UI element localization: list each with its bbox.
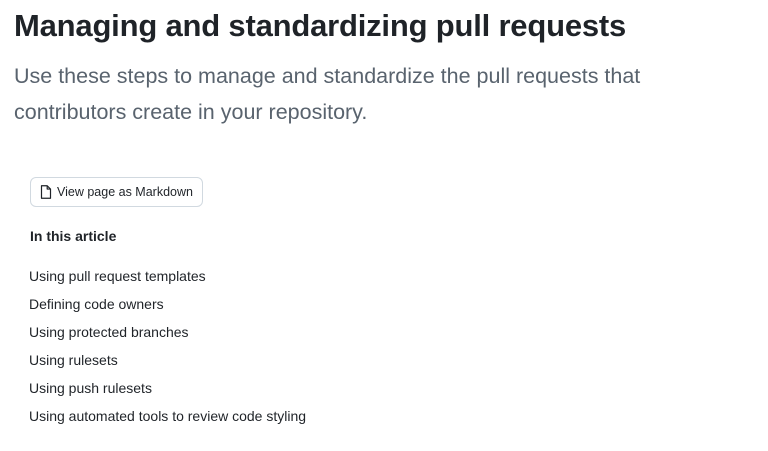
toc-link-rulesets[interactable]: Using rulesets [29,352,118,368]
toc-item: Defining code owners [29,292,306,320]
article-intro: Use these steps to manage and standardiz… [14,64,641,124]
view-as-markdown-button[interactable]: View page as Markdown [30,177,203,207]
toc-item: Using rulesets [29,348,306,376]
toc-link-protected-branches[interactable]: Using protected branches [29,324,189,340]
toc-link-automated-tools[interactable]: Using automated tools to review code sty… [29,408,306,424]
view-as-markdown-label: View page as Markdown [57,185,193,199]
toc-link-pull-request-templates[interactable]: Using pull request templates [29,268,206,284]
toc-heading: In this article [30,228,117,244]
toc-item: Using push rulesets [29,376,306,404]
page-title: Managing and standardizing pull requests [14,8,627,43]
toc-item: Using automated tools to review code sty… [29,404,306,432]
toc-link-push-rulesets[interactable]: Using push rulesets [29,380,152,396]
toc-link-code-owners[interactable]: Defining code owners [29,296,164,312]
toc-list: Using pull request templates Defining co… [29,264,306,432]
file-icon [40,185,52,199]
toc-item: Using pull request templates [29,264,306,292]
toc-item: Using protected branches [29,320,306,348]
